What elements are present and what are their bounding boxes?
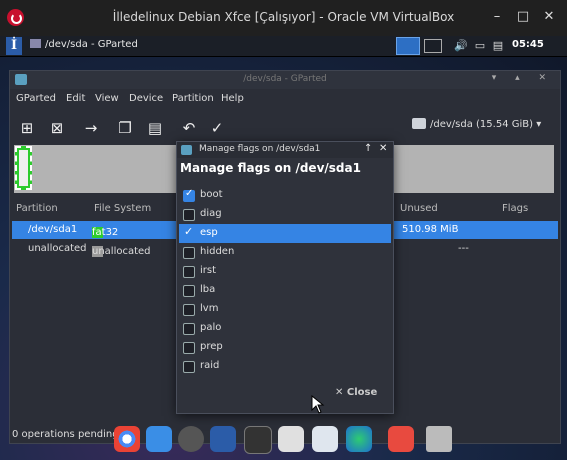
menu-gparted[interactable]: GParted bbox=[16, 93, 56, 104]
column-partition[interactable]: Partition bbox=[16, 203, 58, 214]
checkbox[interactable] bbox=[183, 323, 195, 335]
partition-map-sda1[interactable] bbox=[15, 146, 32, 190]
device-selector-label: /dev/sda (15.54 GiB) bbox=[430, 119, 534, 130]
menu-device[interactable]: Device bbox=[129, 93, 163, 104]
flag-label: lba bbox=[200, 284, 216, 295]
check-icon[interactable]: ✓ bbox=[184, 225, 193, 238]
gparted-titlebar: /dev/sda - GParted ▾ ▴ ✕ bbox=[10, 71, 560, 89]
flag-label: lvm bbox=[200, 303, 219, 314]
flag-label: raid bbox=[200, 360, 220, 371]
apply-icon[interactable]: ✓ bbox=[208, 119, 226, 137]
column-unused[interactable]: Unused bbox=[400, 203, 438, 214]
dock bbox=[108, 423, 468, 457]
flag-lvm[interactable]: lvm bbox=[179, 300, 391, 319]
manage-flags-dialog: Manage flags on /dev/sda1 ↑ ✕ Manage fla… bbox=[176, 141, 394, 414]
dialog-titlebar: Manage flags on /dev/sda1 ↑ ✕ bbox=[177, 142, 393, 158]
checkbox[interactable] bbox=[183, 247, 195, 259]
workspace-1[interactable] bbox=[396, 37, 420, 55]
xfce-top-panel: İ /dev/sda - GParted 🔊 ▭ ▤ 05:45 bbox=[0, 36, 567, 57]
flag-esp[interactable]: ✓ esp bbox=[179, 224, 391, 243]
undo-icon[interactable]: ↶ bbox=[180, 119, 198, 137]
close-icon: ✕ bbox=[335, 387, 347, 398]
flag-label: diag bbox=[200, 208, 222, 219]
settings-gear-icon[interactable] bbox=[178, 426, 204, 452]
window-icon bbox=[30, 39, 41, 48]
dialog-app-icon bbox=[181, 145, 192, 155]
menu-edit[interactable]: Edit bbox=[66, 93, 85, 104]
host-window-title: İlledelinux Debian Xfce [Çalışıyor] - Or… bbox=[112, 10, 455, 24]
column-flags[interactable]: Flags bbox=[502, 203, 528, 214]
flag-label: boot bbox=[200, 189, 223, 200]
flag-label: irst bbox=[200, 265, 217, 276]
flag-label: prep bbox=[200, 341, 223, 352]
network-icon[interactable]: ▤ bbox=[491, 39, 505, 52]
chromium-icon[interactable] bbox=[114, 426, 140, 452]
taskbar-item-gparted[interactable]: /dev/sda - GParted bbox=[30, 39, 138, 50]
dialog-window-title: Manage flags on /dev/sda1 bbox=[199, 144, 321, 154]
flag-label: palo bbox=[200, 322, 222, 333]
panel-clock[interactable]: 05:45 bbox=[512, 39, 544, 50]
gparted-window-title: /dev/sda - GParted bbox=[243, 74, 327, 84]
distro-menu-button[interactable]: İ bbox=[6, 37, 22, 55]
maximize-button[interactable]: □ bbox=[514, 8, 532, 26]
status-bar: 0 operations pending bbox=[12, 429, 119, 440]
taskbar-item-label: /dev/sda - GParted bbox=[45, 39, 138, 50]
checkbox[interactable] bbox=[183, 209, 195, 221]
checkbox[interactable] bbox=[183, 285, 195, 297]
flag-prep[interactable]: prep bbox=[179, 338, 391, 357]
flag-palo[interactable]: palo bbox=[179, 319, 391, 338]
flag-irst[interactable]: irst bbox=[179, 262, 391, 281]
checkbox[interactable] bbox=[183, 342, 195, 354]
row-partition: unallocated bbox=[28, 243, 87, 254]
checkbox[interactable] bbox=[183, 188, 195, 202]
trash-icon[interactable] bbox=[426, 426, 452, 452]
delete-partition-icon[interactable]: ⊠ bbox=[48, 119, 66, 137]
copy-icon[interactable]: ❐ bbox=[116, 119, 134, 137]
row-partition: /dev/sda1 bbox=[28, 224, 78, 235]
row-unused: --- bbox=[458, 243, 469, 254]
checkbox[interactable] bbox=[183, 361, 195, 373]
new-partition-icon[interactable]: ⊞ bbox=[18, 119, 36, 137]
files-folder-icon[interactable] bbox=[146, 426, 172, 452]
gparted-window-controls[interactable]: ▾ ▴ ✕ bbox=[492, 73, 554, 83]
flag-label: esp bbox=[200, 227, 218, 238]
checkbox[interactable] bbox=[183, 266, 195, 278]
text-editor-icon[interactable] bbox=[312, 426, 338, 452]
host-titlebar: İlledelinux Debian Xfce [Çalışıyor] - Or… bbox=[0, 0, 567, 36]
keyboard-icon[interactable]: ▭ bbox=[473, 39, 487, 52]
disk-icon bbox=[412, 118, 426, 129]
close-button[interactable]: ✕ Close bbox=[335, 387, 377, 398]
close-window-button[interactable]: ✕ bbox=[540, 8, 558, 26]
row-unused: 510.98 MiB bbox=[402, 224, 459, 235]
system-monitor-icon[interactable] bbox=[346, 426, 372, 452]
flag-diag[interactable]: diag bbox=[179, 205, 391, 224]
device-selector[interactable]: /dev/sda (15.54 GiB) ▾ bbox=[412, 118, 552, 138]
screenshot-icon[interactable] bbox=[388, 426, 414, 452]
dialog-close-x-button[interactable]: ✕ bbox=[379, 143, 387, 154]
paste-icon[interactable]: ▤ bbox=[146, 119, 164, 137]
dialog-pin-button[interactable]: ↑ bbox=[364, 143, 372, 154]
menu-partition[interactable]: Partition bbox=[172, 93, 214, 104]
close-button-label: Close bbox=[346, 387, 378, 398]
menubar: GParted Edit View Device Partition Help bbox=[10, 93, 560, 109]
dialog-heading: Manage flags on /dev/sda1 bbox=[180, 161, 361, 175]
minimize-button[interactable]: – bbox=[488, 8, 506, 26]
menu-help[interactable]: Help bbox=[221, 93, 244, 104]
distro-icon[interactable] bbox=[210, 426, 236, 452]
terminal-icon[interactable] bbox=[244, 426, 272, 454]
flag-raid[interactable]: raid bbox=[179, 357, 391, 376]
flag-lba[interactable]: lba bbox=[179, 281, 391, 300]
flag-boot[interactable]: boot bbox=[179, 186, 391, 205]
chevron-down-icon: ▾ bbox=[536, 119, 542, 130]
flag-hidden[interactable]: hidden bbox=[179, 243, 391, 262]
checkbox[interactable] bbox=[183, 304, 195, 316]
flag-label: hidden bbox=[200, 246, 235, 257]
download-icon[interactable] bbox=[278, 426, 304, 452]
column-filesystem[interactable]: File System bbox=[94, 203, 151, 214]
resize-move-icon[interactable]: → bbox=[82, 119, 100, 137]
menu-view[interactable]: View bbox=[95, 93, 119, 104]
volume-icon[interactable]: 🔊 bbox=[454, 39, 468, 52]
mouse-cursor-icon bbox=[311, 395, 325, 414]
workspace-2[interactable] bbox=[424, 39, 442, 53]
